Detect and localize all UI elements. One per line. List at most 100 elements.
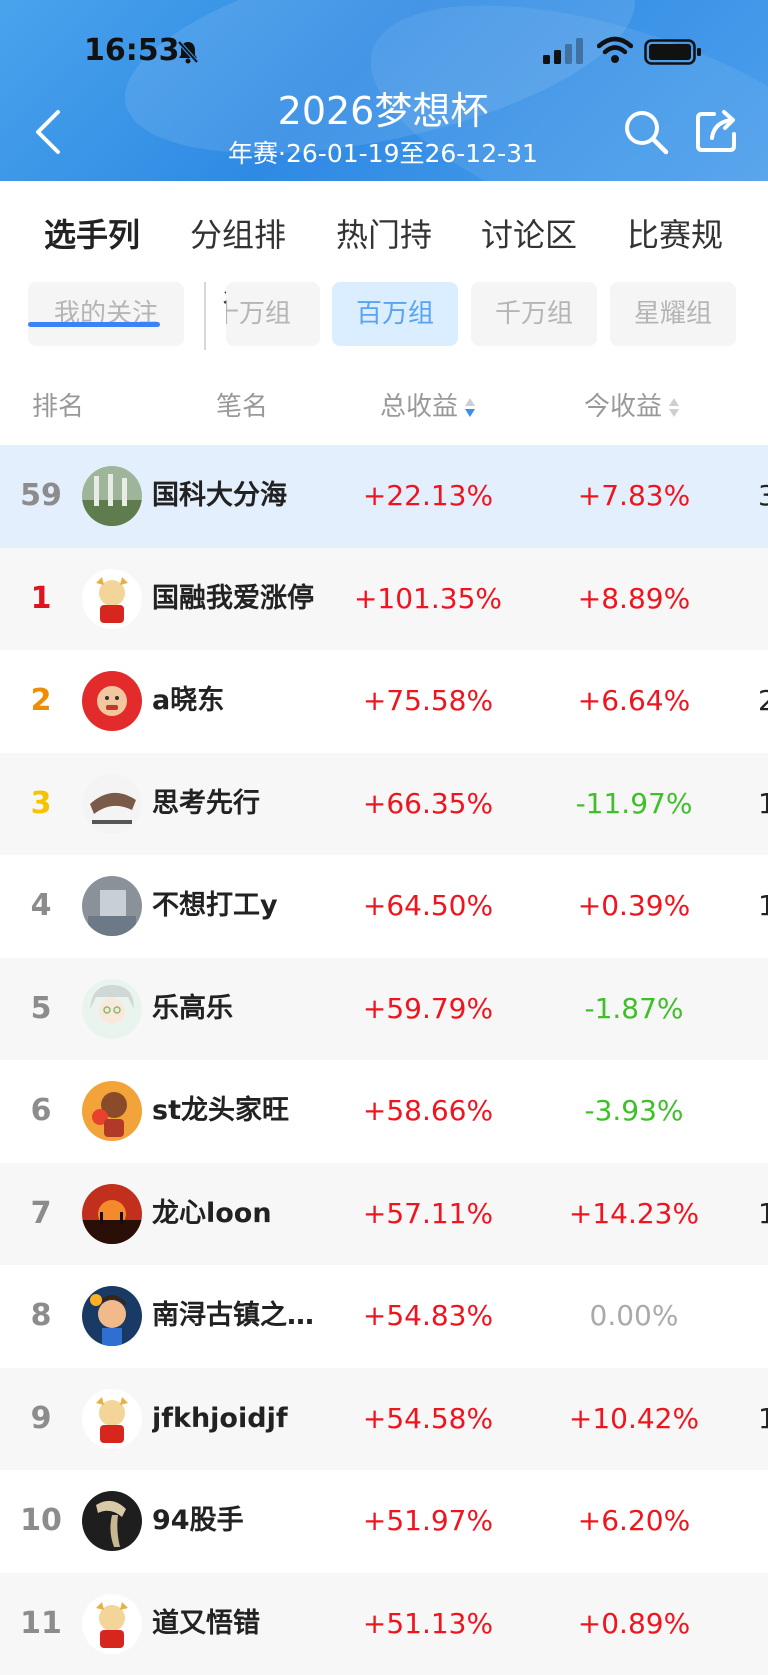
table-row[interactable]: 5 乐高乐 +59.79% -1.87% [0, 958, 768, 1061]
my-ranking-row[interactable]: 59 国科大分海 +22.13% +7.83% 3 [0, 445, 768, 548]
table-row[interactable]: 11 道又悟错 +51.13% +0.89% [0, 1573, 768, 1675]
today-return: +8.89% [548, 548, 720, 650]
tab-discussion[interactable]: 讨论区 [474, 203, 584, 267]
today-return: +10.42% [548, 1368, 720, 1470]
rank-number: 8 [14, 1265, 68, 1367]
today-return: +6.20% [548, 1470, 720, 1572]
rank-number: 2 [14, 650, 68, 752]
avatar [82, 876, 142, 936]
main-tabs: 选手列表 分组排名 热门持仓 讨论区 比赛规则 [0, 181, 768, 281]
header: 16:53 2026梦想杯 年赛·26-01-19至26-12-31 [0, 0, 768, 181]
battery-icon [644, 39, 702, 65]
player-name: jfkhjoidjf [152, 1368, 332, 1470]
total-return: +51.13% [340, 1573, 516, 1675]
overflow-column-value [758, 1060, 768, 1162]
rank-number: 4 [14, 855, 68, 957]
avatar [82, 774, 142, 834]
player-name: 龙心loon [152, 1163, 332, 1265]
today-return: +7.83% [548, 445, 720, 547]
col-today-header[interactable]: 今收益 [584, 386, 680, 423]
share-icon[interactable] [694, 108, 738, 154]
overflow-column-value [758, 548, 768, 650]
table-row[interactable]: 8 南浔古镇之… +54.83% 0.00% [0, 1265, 768, 1368]
rank-number: 11 [14, 1573, 68, 1675]
overflow-column-value: 1 [758, 1163, 768, 1265]
player-name: st龙头家旺 [152, 1060, 332, 1162]
back-arrow-icon[interactable] [30, 108, 64, 156]
chip-100k-group[interactable]: 十万组 [226, 282, 320, 346]
col-today-label: 今收益 [584, 392, 662, 422]
page-subtitle: 年赛·26-01-19至26-12-31 [180, 134, 586, 170]
player-name: 国科大分海 [152, 445, 332, 547]
total-return: +54.58% [340, 1368, 516, 1470]
active-tab-indicator [28, 322, 160, 327]
total-return: +75.58% [340, 650, 516, 752]
rank-number: 5 [14, 958, 68, 1060]
player-name: 道又悟错 [152, 1573, 332, 1675]
overflow-column-value [758, 1573, 768, 1675]
status-time: 16:53 [84, 33, 180, 68]
table-row[interactable]: 6 st龙头家旺 +58.66% -3.93% [0, 1060, 768, 1163]
chip-following[interactable]: 我的关注 [28, 282, 184, 346]
table-row[interactable]: 7 龙心loon +57.11% +14.23% 1 [0, 1163, 768, 1266]
today-return: 0.00% [548, 1265, 720, 1367]
rank-number: 1 [14, 548, 68, 650]
rank-number: 59 [14, 445, 68, 547]
player-name: 南浔古镇之… [152, 1265, 332, 1367]
player-name: 思考先行 [152, 753, 332, 855]
avatar [82, 569, 142, 629]
total-return: +58.66% [340, 1060, 516, 1162]
rank-number: 9 [14, 1368, 68, 1470]
overflow-column-value [758, 958, 768, 1060]
rank-number: 10 [14, 1470, 68, 1572]
col-rank-header: 排名 [32, 386, 84, 423]
overflow-column-value: 1 [758, 753, 768, 855]
table-row[interactable]: 10 94股手 +51.97% +6.20% [0, 1470, 768, 1573]
total-return: +22.13% [340, 445, 516, 547]
rank-number: 3 [14, 753, 68, 855]
table-row[interactable]: 9 jfkhjoidjf +54.58% +10.42% 1 [0, 1368, 768, 1471]
chip-10m-group[interactable]: 千万组 [471, 282, 597, 346]
today-return: +6.64% [548, 650, 720, 752]
ranking-list: 59 国科大分海 +22.13% +7.83% 3 1 国融我爱涨停 +101.… [0, 445, 768, 1675]
col-total-label: 总收益 [380, 392, 458, 422]
bell-muted-icon [177, 40, 199, 64]
total-return: +57.11% [340, 1163, 516, 1265]
total-return: +54.83% [340, 1265, 516, 1367]
today-return: -11.97% [548, 753, 720, 855]
table-row[interactable]: 4 不想打工y +64.50% +0.39% 1 [0, 855, 768, 958]
avatar [82, 466, 142, 526]
player-name: a晓东 [152, 650, 332, 752]
search-icon[interactable] [622, 108, 670, 156]
today-return: +0.39% [548, 855, 720, 957]
avatar [82, 1594, 142, 1654]
player-name: 乐高乐 [152, 958, 332, 1060]
table-row[interactable]: 2 a晓东 +75.58% +6.64% 2 [0, 650, 768, 753]
player-name: 不想打工y [152, 855, 332, 957]
today-return: -3.93% [548, 1060, 720, 1162]
sort-icon [464, 396, 476, 420]
avatar [82, 671, 142, 731]
chip-star-group[interactable]: 星耀组 [610, 282, 736, 346]
col-name-header: 笔名 [216, 386, 268, 423]
total-return: +59.79% [340, 958, 516, 1060]
total-return: +64.50% [340, 855, 516, 957]
wifi-icon [597, 36, 633, 64]
overflow-column-value: 1 [758, 855, 768, 957]
player-name: 94股手 [152, 1470, 332, 1572]
divider [204, 282, 206, 350]
cellular-signal-icon [543, 38, 585, 64]
player-name: 国融我爱涨停 [152, 548, 332, 650]
avatar [82, 1286, 142, 1346]
avatar [82, 1184, 142, 1244]
avatar [82, 979, 142, 1039]
avatar [82, 1081, 142, 1141]
table-row[interactable]: 3 思考先行 +66.35% -11.97% 1 [0, 753, 768, 856]
overflow-column-value [758, 1470, 768, 1572]
chip-1m-group[interactable]: 百万组 [332, 282, 458, 346]
overflow-column-value: 3 [758, 445, 768, 547]
table-row[interactable]: 1 国融我爱涨停 +101.35% +8.89% [0, 548, 768, 651]
overflow-column-value [758, 1265, 768, 1367]
col-total-header[interactable]: 总收益 [380, 386, 476, 423]
today-return: -1.87% [548, 958, 720, 1060]
